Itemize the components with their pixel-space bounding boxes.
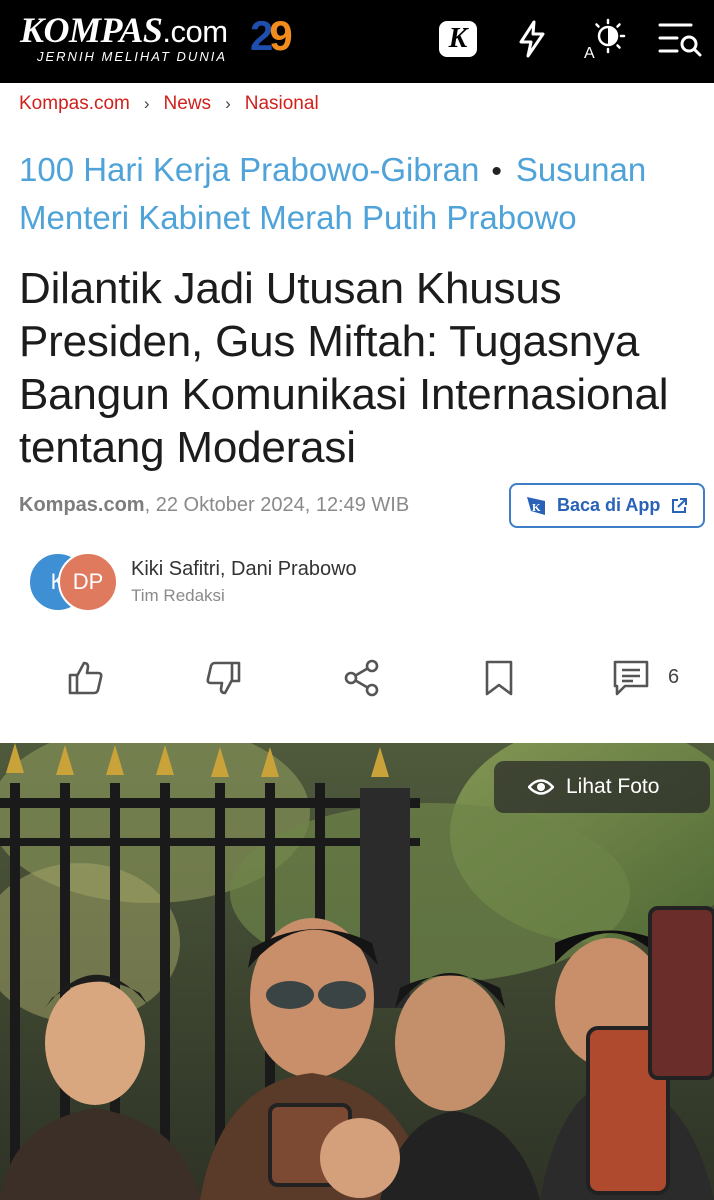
brightness-icon: A [584,18,626,60]
thumbs-down-icon [206,661,241,695]
view-photo-button[interactable]: Lihat Foto [494,761,710,813]
kompas-app-icon: K [527,496,545,515]
thumbs-up-icon [68,661,103,695]
top-header: KOMPAS.com JERNIH MELIHAT DUNIA 29 K A [0,0,714,83]
share-icon [344,659,379,697]
chevron-right-icon: › [225,94,231,113]
dislike-button[interactable] [201,656,245,700]
breadcrumb-kompas[interactable]: Kompas.com [19,93,130,114]
comment-icon [613,660,649,696]
share-button[interactable] [340,656,384,700]
avatar: DP [58,552,118,612]
kompas-k-button[interactable]: K [433,16,483,62]
menu-search-icon [658,23,702,57]
article-date: , 22 Oktober 2024, 12:49 WIB [144,494,410,516]
kompas-logo[interactable]: KOMPAS.com JERNIH MELIHAT DUNIA [20,10,228,64]
author-names[interactable]: Kiki Safitri, Dani Prabowo [131,558,357,581]
like-button[interactable] [64,656,108,700]
flash-button[interactable] [507,16,557,62]
breadcrumb: Kompas.com › News › Nasional [19,93,319,115]
article-meta: Kompas.com, 22 Oktober 2024, 12:49 WIB [19,494,409,517]
read-in-app-button[interactable]: K Baca di App [509,483,705,528]
topic-100-hari[interactable]: 100 Hari Kerja Prabowo-Gibran [19,151,479,188]
read-in-app-label: Baca di App [557,495,661,515]
comment-count: 6 [668,666,680,688]
eye-icon [528,779,554,795]
breadcrumb-news[interactable]: News [164,93,212,114]
external-link-icon [672,497,688,513]
bookmark-icon [485,660,513,696]
k-icon: K [439,21,477,57]
author-avatars[interactable]: K DP [28,552,118,612]
bookmark-button[interactable] [477,656,521,700]
topic-links: 100 Hari Kerja Prabowo-Gibran • Susunan Me… [19,147,709,241]
bullet-separator: • [491,155,502,188]
breadcrumb-nasional[interactable]: Nasional [245,93,319,114]
svg-text:A: A [584,45,595,60]
anniversary-digit-1: 2 [250,12,273,59]
view-photo-label: Lihat Foto [566,775,660,798]
logo-tagline: JERNIH MELIHAT DUNIA [37,49,227,64]
comment-button[interactable] [609,656,653,700]
svg-text:K: K [532,502,541,514]
anniversary-digit-2: 9 [269,12,292,59]
article-source: Kompas.com [19,494,145,516]
anniversary-badge: 29 [250,12,293,60]
chevron-right-icon: › [143,94,150,113]
author-team: Tim Redaksi [131,586,225,605]
article-title: Dilantik Jadi Utusan Khusus Presiden, Gu… [19,264,669,472]
menu-search-button[interactable] [655,16,705,62]
theme-toggle-button[interactable]: A [579,16,629,62]
logo-wordmark: KOMPAS [20,10,163,50]
logo-suffix: .com [162,14,228,49]
lightning-icon [519,20,545,58]
